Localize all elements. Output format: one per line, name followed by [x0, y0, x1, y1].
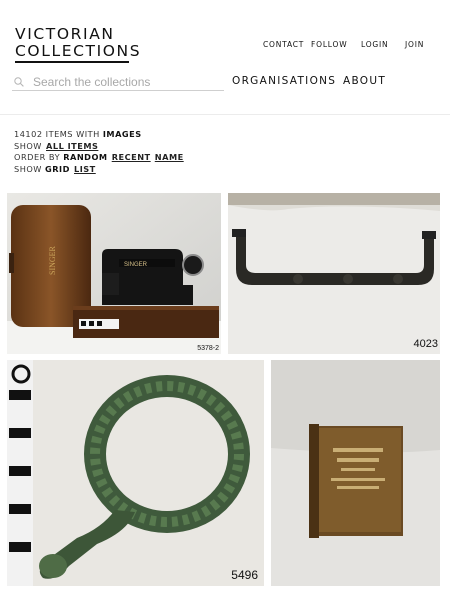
svg-text:SINGER: SINGER: [48, 245, 57, 275]
site-logo[interactable]: VICTORIAN COLLECTIONS: [15, 25, 142, 63]
logo-line-2: COLLECTIONS: [15, 42, 142, 60]
logo-line-1: VICTORIAN: [15, 25, 115, 43]
logo-underline: [15, 61, 129, 63]
nav-follow-link[interactable]: FOLLOW: [311, 40, 347, 49]
nav-about-link[interactable]: ABOUT: [343, 75, 386, 87]
sewing-machine-image: SINGER SINGER: [7, 193, 221, 354]
view-grid-active: GRID: [45, 163, 70, 174]
collection-item-iron-ring[interactable]: 5496: [7, 360, 264, 586]
show-label: SHOW: [14, 140, 42, 151]
metal-bracket-image: [228, 193, 440, 354]
result-count: 14102: [14, 129, 43, 139]
search-input[interactable]: [33, 74, 221, 89]
order-row: ORDER BY RANDOM RECENT NAME: [14, 152, 184, 164]
nav-join-link[interactable]: JOIN: [405, 40, 424, 49]
view-list-link[interactable]: LIST: [74, 164, 96, 174]
view-row: SHOW GRID LIST: [14, 164, 184, 176]
nav-contact-link[interactable]: CONTACT: [263, 40, 304, 49]
view-label: SHOW: [14, 163, 42, 174]
order-name-link[interactable]: NAME: [155, 152, 184, 162]
result-count-row: 14102 ITEMS WITH IMAGES: [14, 129, 184, 141]
order-random-active: RANDOM: [63, 152, 108, 162]
collection-item-metal-bracket[interactable]: 4023: [228, 193, 440, 354]
show-all-items-link[interactable]: ALL ITEMS: [46, 141, 98, 151]
old-book-image: [271, 360, 440, 586]
nav-organisations-link[interactable]: ORGANISATIONS: [232, 75, 336, 87]
collection-item-old-book[interactable]: [271, 360, 440, 586]
iron-ring-image: [7, 360, 264, 586]
header-divider: [0, 114, 450, 115]
search-icon[interactable]: [14, 77, 24, 87]
item-number: 5496: [231, 568, 258, 582]
nav-login-link[interactable]: LOGIN: [361, 40, 388, 49]
result-count-suffix: ITEMS WITH: [45, 129, 100, 139]
collection-item-sewing-machine[interactable]: SINGER SINGER 5378-2: [7, 193, 221, 354]
item-number: 4023: [413, 338, 438, 350]
svg-text:SINGER: SINGER: [124, 262, 148, 268]
result-filters: 14102 ITEMS WITH IMAGES SHOW ALL ITEMS O…: [14, 129, 184, 175]
order-label: ORDER BY: [14, 152, 61, 162]
item-number: 5378-2: [197, 345, 219, 352]
show-filter-row: SHOW ALL ITEMS: [14, 141, 184, 153]
order-recent-link[interactable]: RECENT: [112, 152, 151, 162]
images-filter-active: IMAGES: [102, 129, 142, 139]
search-bar: [12, 73, 224, 91]
